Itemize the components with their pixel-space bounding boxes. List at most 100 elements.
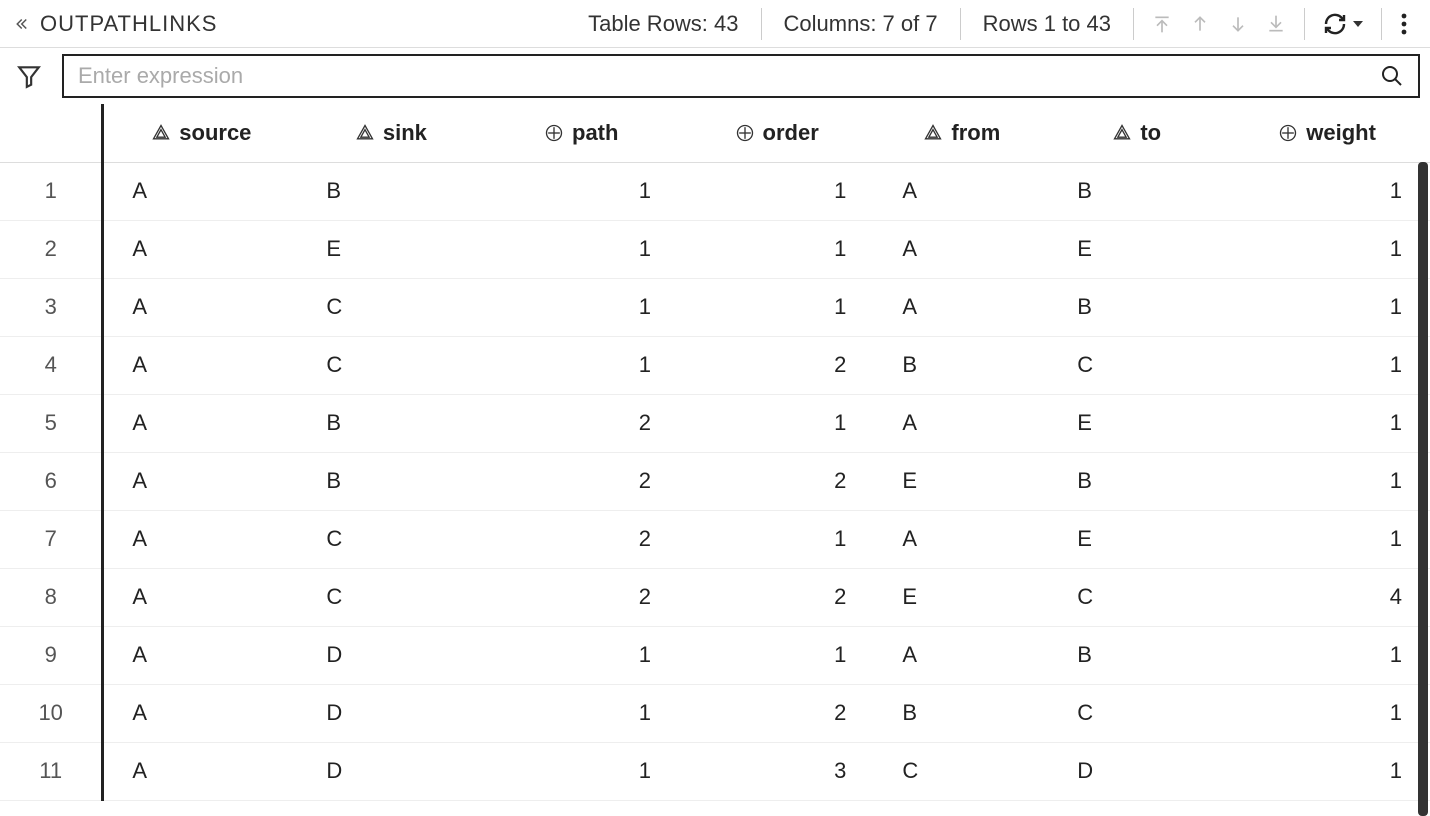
rows-range-info: Rows 1 to 43 xyxy=(961,11,1133,37)
cell-from: E xyxy=(874,452,1049,510)
cell-sink: C xyxy=(298,510,483,568)
cell-order: 1 xyxy=(679,510,874,568)
table-row[interactable]: 10AD12BC1 xyxy=(0,684,1430,742)
cell-sink: C xyxy=(298,336,483,394)
cell-weight: 1 xyxy=(1224,742,1430,800)
cell-path: 2 xyxy=(484,394,679,452)
column-label: from xyxy=(951,120,1000,146)
table-row[interactable]: 11AD13CD1 xyxy=(0,742,1430,800)
search-icon[interactable] xyxy=(1380,64,1404,88)
cell-from: A xyxy=(874,162,1049,220)
column-label: weight xyxy=(1306,120,1376,146)
cell-from: A xyxy=(874,394,1049,452)
cell-sink: B xyxy=(298,162,483,220)
vertical-scrollbar[interactable] xyxy=(1418,162,1428,816)
page-first-button[interactable] xyxy=(1152,13,1172,35)
cell-order: 1 xyxy=(679,278,874,336)
cell-to: B xyxy=(1049,626,1224,684)
cell-source: A xyxy=(103,626,298,684)
table-header-row: source sinkpath order from to weight xyxy=(0,104,1430,162)
cell-sink: D xyxy=(298,626,483,684)
column-header-from[interactable]: from xyxy=(874,104,1049,162)
column-label: to xyxy=(1140,120,1161,146)
cell-source: A xyxy=(103,162,298,220)
filter-input-container xyxy=(62,54,1420,98)
table-row[interactable]: 6AB22EB1 xyxy=(0,452,1430,510)
row-number: 6 xyxy=(0,452,103,510)
cell-order: 1 xyxy=(679,162,874,220)
table-container: sourcesinkpathorderfromtoweight 1AB11AB1… xyxy=(0,104,1430,816)
cell-from: B xyxy=(874,684,1049,742)
cell-source: A xyxy=(103,742,298,800)
row-number: 7 xyxy=(0,510,103,568)
row-number: 8 xyxy=(0,568,103,626)
table-row[interactable]: 4AC12BC1 xyxy=(0,336,1430,394)
text-type-icon xyxy=(1112,123,1132,143)
cell-order: 2 xyxy=(679,452,874,510)
numeric-type-icon xyxy=(544,123,564,143)
filter-input[interactable] xyxy=(78,63,1380,89)
cell-source: A xyxy=(103,278,298,336)
cell-source: A xyxy=(103,684,298,742)
column-header-sink[interactable]: sink xyxy=(298,104,483,162)
row-number: 11 xyxy=(0,742,103,800)
collapse-button[interactable] xyxy=(12,15,30,33)
cell-path: 1 xyxy=(484,742,679,800)
cell-order: 3 xyxy=(679,742,874,800)
table-row[interactable]: 1AB11AB1 xyxy=(0,162,1430,220)
cell-source: A xyxy=(103,568,298,626)
page-last-button[interactable] xyxy=(1266,13,1286,35)
cell-source: A xyxy=(103,394,298,452)
cell-to: C xyxy=(1049,336,1224,394)
table-title: OUTPATHLINKS xyxy=(40,11,217,37)
table-row[interactable]: 2AE11AE1 xyxy=(0,220,1430,278)
column-header-to[interactable]: to xyxy=(1049,104,1224,162)
text-type-icon xyxy=(151,123,171,143)
filter-icon[interactable] xyxy=(10,63,48,89)
row-number: 3 xyxy=(0,278,103,336)
table-row[interactable]: 7AC21AE1 xyxy=(0,510,1430,568)
column-label: source xyxy=(179,120,251,146)
table-row[interactable]: 5AB21AE1 xyxy=(0,394,1430,452)
cell-path: 1 xyxy=(484,220,679,278)
refresh-button[interactable] xyxy=(1305,12,1381,36)
toolbar: OUTPATHLINKS Table Rows: 43 Columns: 7 o… xyxy=(0,0,1430,48)
more-menu-button[interactable] xyxy=(1382,12,1418,36)
cell-to: E xyxy=(1049,220,1224,278)
column-header-order[interactable]: order xyxy=(679,104,874,162)
row-number: 4 xyxy=(0,336,103,394)
dropdown-caret-icon xyxy=(1353,19,1363,29)
table-row[interactable]: 3AC11AB1 xyxy=(0,278,1430,336)
cell-from: A xyxy=(874,626,1049,684)
cell-sink: D xyxy=(298,684,483,742)
cell-weight: 1 xyxy=(1224,162,1430,220)
cell-to: B xyxy=(1049,278,1224,336)
cell-weight: 1 xyxy=(1224,220,1430,278)
cell-path: 1 xyxy=(484,336,679,394)
cell-from: E xyxy=(874,568,1049,626)
cell-order: 1 xyxy=(679,220,874,278)
cell-path: 1 xyxy=(484,684,679,742)
text-type-icon xyxy=(355,123,375,143)
cell-weight: 1 xyxy=(1224,278,1430,336)
cell-order: 2 xyxy=(679,336,874,394)
cell-order: 2 xyxy=(679,684,874,742)
table-row[interactable]: 9AD11AB1 xyxy=(0,626,1430,684)
page-down-button[interactable] xyxy=(1228,13,1248,35)
cell-path: 1 xyxy=(484,626,679,684)
cell-from: C xyxy=(874,742,1049,800)
cell-weight: 1 xyxy=(1224,510,1430,568)
cell-to: D xyxy=(1049,742,1224,800)
table-row[interactable]: 8AC22EC4 xyxy=(0,568,1430,626)
cell-order: 1 xyxy=(679,626,874,684)
cell-to: E xyxy=(1049,510,1224,568)
column-header-path[interactable]: path xyxy=(484,104,679,162)
column-label: order xyxy=(763,120,819,146)
column-header-weight[interactable]: weight xyxy=(1224,104,1430,162)
cell-to: E xyxy=(1049,394,1224,452)
cell-to: B xyxy=(1049,452,1224,510)
page-up-button[interactable] xyxy=(1190,13,1210,35)
cell-to: B xyxy=(1049,162,1224,220)
column-header-source[interactable]: source xyxy=(103,104,298,162)
cell-weight: 1 xyxy=(1224,394,1430,452)
